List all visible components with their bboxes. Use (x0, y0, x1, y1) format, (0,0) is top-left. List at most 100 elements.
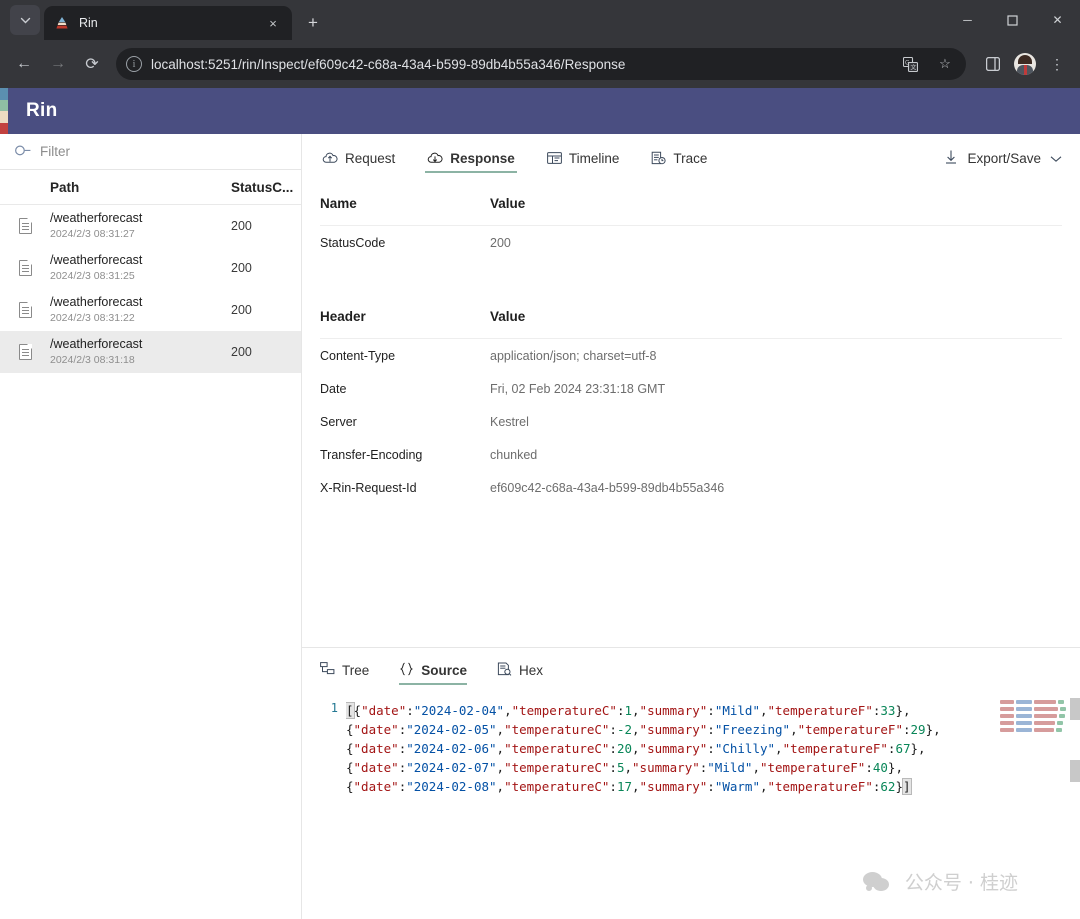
editor-scrollbar[interactable] (1070, 692, 1080, 919)
header-value: chunked (490, 447, 538, 462)
document-icon (0, 217, 50, 234)
list-item[interactable]: /weatherforecast 2024/2/3 08:31:25 200 (0, 247, 301, 289)
forward-button[interactable]: → (42, 48, 74, 80)
list-item[interactable]: /weatherforecast 2024/2/3 08:31:27 200 (0, 205, 301, 247)
header-col-name: Header (320, 309, 366, 324)
list-item-time: 2024/2/3 08:31:27 (50, 228, 135, 241)
search-icon (12, 141, 34, 163)
export-save-label: Export/Save (967, 150, 1041, 166)
logo-color-strip (0, 88, 8, 134)
header-name: X-Rin-Request-Id (320, 480, 417, 495)
column-header-status[interactable]: StatusC... (231, 180, 301, 195)
braces-icon (399, 662, 414, 679)
request-list-header: Path StatusC... (0, 170, 301, 205)
list-item-path: /weatherforecast (50, 337, 143, 352)
document-icon (0, 259, 50, 276)
list-item-selected[interactable]: /weatherforecast 2024/2/3 08:31:18 200 (0, 331, 301, 373)
window-controls: ─ ✕ (945, 0, 1080, 40)
address-bar[interactable]: i localhost:5251/rin/Inspect/ef609c42-c6… (116, 48, 966, 80)
export-save-button[interactable]: Export/Save (944, 149, 1062, 168)
line-number-gutter: 1 (302, 692, 346, 919)
header-value: Kestrel (490, 414, 529, 429)
browser-tab[interactable]: Rin × (44, 6, 292, 40)
list-item-time: 2024/2/3 08:31:22 (50, 312, 135, 325)
list-item-status: 200 (231, 219, 252, 233)
list-item[interactable]: /weatherforecast 2024/2/3 08:31:22 200 (0, 289, 301, 331)
browser-tab-title: Rin (79, 16, 98, 30)
header-name: Content-Type (320, 348, 396, 363)
tab-response-label: Response (450, 150, 515, 166)
list-item-status: 200 (231, 261, 252, 275)
address-bar-url: localhost:5251/rin/Inspect/ef609c42-c68a… (151, 56, 626, 72)
list-item-status: 200 (231, 345, 252, 359)
list-item-status: 200 (231, 303, 252, 317)
side-panel-icon[interactable] (978, 49, 1008, 79)
filter-input[interactable] (40, 144, 285, 159)
list-item-time: 2024/2/3 08:31:25 (50, 270, 135, 283)
header-value: ef609c42-c68a-43a4-b599-89db4b55a346 (490, 480, 725, 495)
page-viewport: Rin Path StatusC... (0, 88, 1080, 919)
browser-tabstrip: Rin × + ─ ✕ (0, 0, 1080, 40)
browser-window: Rin × + ─ ✕ ← → ⟳ i localhost:5251/rin/I… (0, 0, 1080, 919)
status-table-header: Name Value (320, 182, 1062, 226)
tab-tree-label: Tree (342, 662, 370, 678)
tab-request[interactable]: Request (320, 134, 397, 182)
watermark-text: 公众号 · 桂迹 (904, 872, 1018, 894)
tab-response[interactable]: Response (425, 134, 517, 182)
translate-icon[interactable]: G文 (897, 51, 923, 77)
status-value: 200 (490, 235, 511, 250)
editor-scrollbar-thumb[interactable] (1070, 760, 1080, 782)
header-col-value: Value (490, 309, 526, 324)
status-row: StatusCode 200 (320, 226, 1062, 259)
app-header: Rin (0, 88, 1080, 134)
code-line: {"date":"2024-02-07","temperatureC":5,"s… (346, 760, 903, 775)
bookmark-star-icon[interactable]: ☆ (932, 51, 958, 77)
avatar (1014, 53, 1036, 75)
list-item-path: /weatherforecast (50, 253, 143, 268)
profile-avatar[interactable] (1010, 49, 1040, 79)
filter-row (0, 134, 301, 170)
document-icon (0, 343, 50, 360)
app-body: Path StatusC... /weatherforecast 2024/2/… (0, 134, 1080, 919)
minimize-icon[interactable]: ─ (945, 0, 990, 40)
editor-tabbar: Tree Source Hex (302, 648, 1080, 692)
close-icon[interactable]: × (264, 17, 282, 30)
site-info-icon[interactable]: i (126, 56, 142, 72)
code-line: {"date":"2024-02-08","temperatureC":17,"… (346, 778, 912, 795)
browser-toolbar: ← → ⟳ i localhost:5251/rin/Inspect/ef609… (0, 40, 1080, 88)
header-value: application/json; charset=utf-8 (490, 348, 657, 363)
cloud-download-icon (427, 151, 443, 165)
code-line: {"date":"2024-02-05","temperatureC":-2,"… (346, 722, 941, 737)
header-name: Date (320, 381, 347, 396)
tab-hex-label: Hex (519, 662, 544, 678)
editor-minimap[interactable] (1000, 700, 1066, 740)
header-row: Transfer-Encoding chunked (320, 438, 1062, 471)
status-col-name: Name (320, 196, 357, 211)
trace-icon (651, 151, 666, 165)
download-icon (944, 149, 958, 168)
maximize-icon[interactable] (990, 0, 1035, 40)
header-table-header: Header Value (320, 295, 1062, 339)
tab-trace-label: Trace (673, 150, 708, 166)
header-row: Content-Type application/json; charset=u… (320, 339, 1062, 372)
header-value: Fri, 02 Feb 2024 23:31:18 GMT (490, 381, 666, 396)
tab-hex[interactable]: Hex (497, 648, 543, 692)
tab-search-button[interactable] (10, 5, 40, 35)
column-header-path[interactable]: Path (50, 180, 231, 195)
code-line: [{"date":"2024-02-04","temperatureC":1,"… (346, 702, 911, 719)
close-window-icon[interactable]: ✕ (1035, 0, 1080, 40)
wechat-watermark: 公众号 · 桂迹 (862, 868, 1018, 895)
tab-trace[interactable]: Trace (649, 134, 709, 182)
tab-source[interactable]: Source (399, 648, 467, 692)
main-panel: Request Response Timeline Trace Export/S… (302, 134, 1080, 919)
back-button[interactable]: ← (8, 48, 40, 80)
tab-tree[interactable]: Tree (320, 648, 369, 692)
reload-button[interactable]: ⟳ (76, 48, 108, 80)
browser-menu-icon[interactable]: ⋮ (1042, 49, 1072, 79)
main-tabbar: Request Response Timeline Trace Export/S… (302, 134, 1080, 182)
editor-scrollbar-thumb-top[interactable] (1070, 698, 1080, 720)
tab-timeline[interactable]: Timeline (545, 134, 622, 182)
list-item-path: /weatherforecast (50, 211, 143, 226)
document-icon (0, 301, 50, 318)
new-tab-button[interactable]: + (299, 9, 327, 37)
